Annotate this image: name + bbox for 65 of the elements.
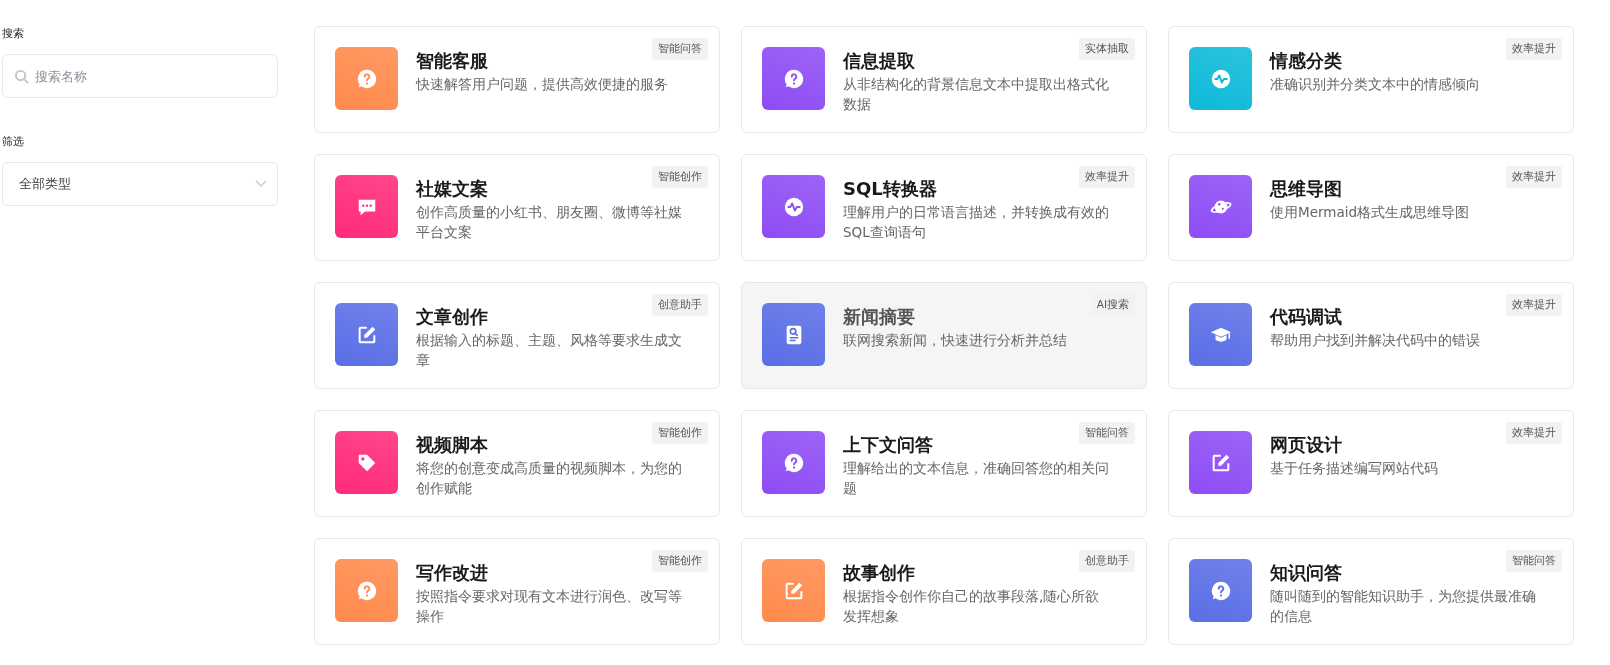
app-title: 上下文问答: [843, 433, 934, 457]
app-card[interactable]: 智能创作 社媒文案 创作高质量的小红书、朋友圈、微博等社媒平台文案: [314, 154, 720, 261]
app-card[interactable]: 智能问答 上下文问答 理解给出的文本信息，准确回答您的相关问题: [741, 410, 1147, 517]
app-card[interactable]: 效率提升 SQL转换器 理解用户的日常语言描述，并转换成有效的SQL查询语句: [741, 154, 1147, 261]
category-tag: 智能创作: [652, 550, 708, 572]
category-tag: 效率提升: [1506, 294, 1562, 316]
app-description: 快速解答用户问题，提供高效便捷的服务: [416, 75, 668, 94]
app-card[interactable]: 智能创作 写作改进 按照指令要求对现有文本进行润色、改写等操作: [314, 538, 720, 645]
app-description: 根据输入的标题、主题、风格等要求生成文章: [416, 331, 683, 370]
app-title: 文章创作: [416, 305, 489, 329]
app-title: 故事创作: [843, 561, 916, 585]
app-card[interactable]: 效率提升 网页设计 基于任务描述编写网站代码: [1168, 410, 1574, 517]
app-title: 新闻摘要: [843, 305, 916, 329]
app-title: 网页设计: [1270, 433, 1343, 457]
app-description: 帮助用户找到并解决代码中的错误: [1270, 331, 1480, 350]
app-card[interactable]: 效率提升 代码调试 帮助用户找到并解决代码中的错误: [1168, 282, 1574, 389]
app-description: 创作高质量的小红书、朋友圈、微博等社媒平台文案: [416, 203, 683, 242]
category-tag: 智能创作: [652, 166, 708, 188]
app-title: 代码调试: [1270, 305, 1343, 329]
app-title: 社媒文案: [416, 177, 489, 201]
category-tag: 创意助手: [1079, 550, 1135, 572]
category-tag: 效率提升: [1506, 422, 1562, 444]
app-description: 随叫随到的智能知识助手，为您提供最准确的信息: [1270, 587, 1537, 626]
app-title: SQL转换器: [843, 177, 938, 201]
app-card[interactable]: 智能问答 知识问答 随叫随到的智能知识助手，为您提供最准确的信息: [1168, 538, 1574, 645]
app-description: 联网搜索新闻，快速进行分析并总结: [843, 331, 1067, 350]
type-filter-select[interactable]: 全部类型: [2, 162, 278, 206]
app-title: 情感分类: [1270, 49, 1343, 73]
app-title: 知识问答: [1270, 561, 1343, 585]
app-description: 理解用户的日常语言描述，并转换成有效的SQL查询语句: [843, 203, 1110, 242]
app-title: 信息提取: [843, 49, 916, 73]
app-card[interactable]: 实体抽取 信息提取 从非结构化的背景信息文本中提取出格式化数据: [741, 26, 1147, 133]
app-card[interactable]: 效率提升 情感分类 准确识别并分类文本中的情感倾向: [1168, 26, 1574, 133]
app-title: 写作改进: [416, 561, 489, 585]
category-tag: 效率提升: [1079, 166, 1135, 188]
app-card[interactable]: 创意助手 文章创作 根据输入的标题、主题、风格等要求生成文章: [314, 282, 720, 389]
app-description: 基于任务描述编写网站代码: [1270, 459, 1438, 478]
app-card[interactable]: 智能创作 视频脚本 将您的创意变成高质量的视频脚本，为您的创作赋能: [314, 410, 720, 517]
category-tag: 智能问答: [1506, 550, 1562, 572]
search-icon: [14, 69, 29, 84]
search-label: 搜索: [2, 26, 25, 42]
app-title: 视频脚本: [416, 433, 489, 457]
category-tag: 实体抽取: [1079, 38, 1135, 60]
category-tag: 创意助手: [652, 294, 708, 316]
app-description: 将您的创意变成高质量的视频脚本，为您的创作赋能: [416, 459, 683, 498]
app-description: 使用Mermaid格式生成思维导图: [1270, 203, 1469, 222]
app-description: 准确识别并分类文本中的情感倾向: [1270, 75, 1480, 94]
search-field[interactable]: 搜索名称: [2, 54, 278, 98]
app-title: 智能客服: [416, 49, 489, 73]
category-tag: 效率提升: [1506, 166, 1562, 188]
filter-label: 筛选: [2, 134, 25, 150]
app-description: 按照指令要求对现有文本进行润色、改写等操作: [416, 587, 683, 626]
category-tag: 智能问答: [1079, 422, 1135, 444]
app-card[interactable]: 智能问答 智能客服 快速解答用户问题，提供高效便捷的服务: [314, 26, 720, 133]
app-title: 思维导图: [1270, 177, 1343, 201]
app-card[interactable]: AI搜索 新闻摘要 联网搜索新闻，快速进行分析并总结: [741, 282, 1147, 389]
category-tag: 智能问答: [652, 38, 708, 60]
app-card[interactable]: 创意助手 故事创作 根据指令创作你自己的故事段落,随心所欲发挥想象: [741, 538, 1147, 645]
app-description: 根据指令创作你自己的故事段落,随心所欲发挥想象: [843, 587, 1101, 626]
category-tag: 效率提升: [1506, 38, 1562, 60]
app-description: 理解给出的文本信息，准确回答您的相关问题: [843, 459, 1110, 498]
category-tag: 智能创作: [652, 422, 708, 444]
app-description: 从非结构化的背景信息文本中提取出格式化数据: [843, 75, 1110, 114]
chevron-down-icon: [255, 180, 267, 188]
app-card[interactable]: 效率提升 思维导图 使用Mermaid格式生成思维导图: [1168, 154, 1574, 261]
